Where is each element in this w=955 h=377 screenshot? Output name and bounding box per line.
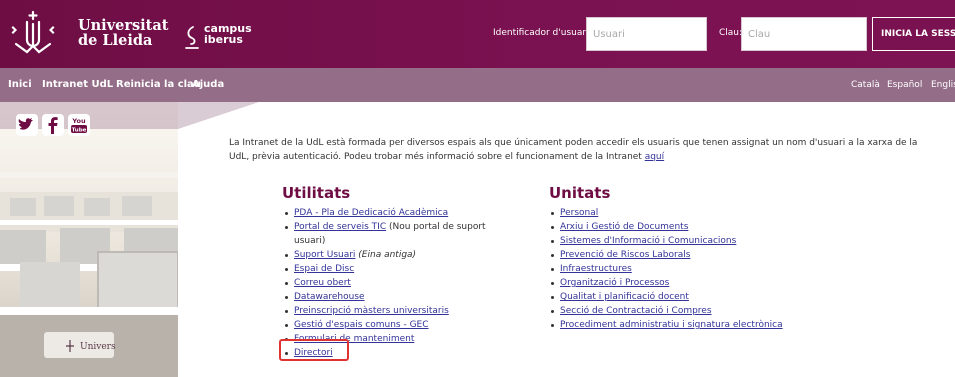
list-item: Gestió d'espais comuns - GEC xyxy=(285,318,515,332)
intro-text: La Intranet de la UdL està formada per d… xyxy=(229,136,929,164)
link-directori[interactable]: Directori xyxy=(294,348,333,358)
list-item: PDA - Pla de Dedicació Acadèmica xyxy=(285,206,515,220)
main-nav: Inici Intranet UdL Reinicia la clau Ajud… xyxy=(0,68,955,102)
link-contractacio-compres[interactable]: Secció de Contractació i Compres xyxy=(560,306,712,316)
link-datawarehouse[interactable]: Datawarehouse xyxy=(294,292,365,302)
list-item: Personal xyxy=(551,206,791,220)
list-item: Directori xyxy=(285,346,515,360)
unitats-heading: Unitats xyxy=(549,184,611,202)
list-item: Qualitat i planificació docent xyxy=(551,290,791,304)
suport-note: (Eina antiga) xyxy=(355,250,417,260)
list-item: Organització i Processos xyxy=(551,276,791,290)
link-infraestructures[interactable]: Infraestructures xyxy=(560,264,632,274)
svg-text:Univers: Univers xyxy=(80,342,116,352)
link-espai-disc[interactable]: Espai de Disc xyxy=(294,264,354,274)
utilitats-list: PDA - Pla de Dedicació Acadèmica Portal … xyxy=(285,206,515,360)
link-suport-usuari[interactable]: Suport Usuari xyxy=(294,250,355,260)
link-portal-serveis-tic[interactable]: Portal de serveis TIC xyxy=(294,222,386,232)
intro-paragraph: La Intranet de la UdL està formada per d… xyxy=(229,138,918,162)
site-header: Universitat de Lleida campus iberus Iden… xyxy=(0,0,955,68)
nav-item-intranet-udl[interactable]: Intranet UdL xyxy=(42,79,113,90)
computer-lab-photo: Univers xyxy=(0,102,178,377)
language-english[interactable]: English xyxy=(931,80,955,90)
list-item: Espai de Disc xyxy=(285,262,515,276)
nav-item-ajuda[interactable]: Ajuda xyxy=(192,79,224,90)
link-pda[interactable]: PDA - Pla de Dedicació Acadèmica xyxy=(294,208,448,218)
list-item: Suport Usuari (Eina antiga) xyxy=(285,248,515,262)
language-catala[interactable]: Català xyxy=(851,80,880,90)
youtube-icon[interactable]: You Tube xyxy=(68,114,90,136)
link-organitzacio-processos[interactable]: Organització i Processos xyxy=(560,278,669,288)
link-qualitat-planificacio[interactable]: Qualitat i planificació docent xyxy=(560,292,689,302)
svg-text:Tube: Tube xyxy=(72,128,87,134)
list-item: Procediment administratiu i signatura el… xyxy=(551,318,791,332)
list-item: Arxiu i Gestió de Documents xyxy=(551,220,791,234)
list-item: Formulari de manteniment xyxy=(285,332,515,346)
password-input[interactable] xyxy=(741,17,867,51)
list-item: Sistemes d'Informació i Comunicacions xyxy=(551,234,791,248)
unitats-list: Personal Arxiu i Gestió de Documents Sis… xyxy=(551,206,791,332)
password-label: Clau: xyxy=(719,28,743,38)
nav-item-inici[interactable]: Inici xyxy=(8,79,32,90)
link-procediment-administratiu[interactable]: Procediment administratiu i signatura el… xyxy=(560,320,783,330)
link-correu-obert[interactable]: Correu obert xyxy=(294,278,351,288)
nav-item-reinicia-clau[interactable]: Reinicia la clau xyxy=(116,79,201,90)
twitter-icon[interactable] xyxy=(16,114,38,136)
utilitats-heading: Utilitats xyxy=(282,184,351,202)
login-button[interactable]: INICIA LA SESSIÓ xyxy=(872,17,955,51)
link-formulari-manteniment[interactable]: Formulari de manteniment xyxy=(294,334,414,344)
facebook-icon[interactable] xyxy=(42,114,64,136)
list-item: Infraestructures xyxy=(551,262,791,276)
list-item: Portal de serveis TIC (Nou portal de sup… xyxy=(285,220,515,248)
list-item: Prevenció de Riscos Laborals xyxy=(551,248,791,262)
username-label: Identificador d'usuari xyxy=(493,28,589,38)
language-espanol[interactable]: Español xyxy=(887,80,922,90)
list-item: Datawarehouse xyxy=(285,290,515,304)
header-diagonal-band xyxy=(0,101,262,129)
link-personal[interactable]: Personal xyxy=(560,208,598,218)
computer-lab-illustration: Univers xyxy=(0,102,178,377)
svg-text:You: You xyxy=(71,117,86,125)
list-item: Secció de Contractació i Compres xyxy=(551,304,791,318)
username-input[interactable] xyxy=(586,17,707,51)
link-prevencio-riscos[interactable]: Prevenció de Riscos Laborals xyxy=(560,250,690,260)
list-item: Correu obert xyxy=(285,276,515,290)
link-preinscripcio-masters[interactable]: Preinscripció màsters universitaris xyxy=(294,306,449,316)
link-arxiu-gestio-documents[interactable]: Arxiu i Gestió de Documents xyxy=(560,222,688,232)
intro-more-info-link[interactable]: aquí xyxy=(645,152,664,162)
link-sistemes-informacio[interactable]: Sistemes d'Informació i Comunicacions xyxy=(560,236,736,246)
login-form: Identificador d'usuari Clau: INICIA LA S… xyxy=(0,17,955,51)
link-gestio-espais[interactable]: Gestió d'espais comuns - GEC xyxy=(294,320,429,330)
list-item: Preinscripció màsters universitaris xyxy=(285,304,515,318)
